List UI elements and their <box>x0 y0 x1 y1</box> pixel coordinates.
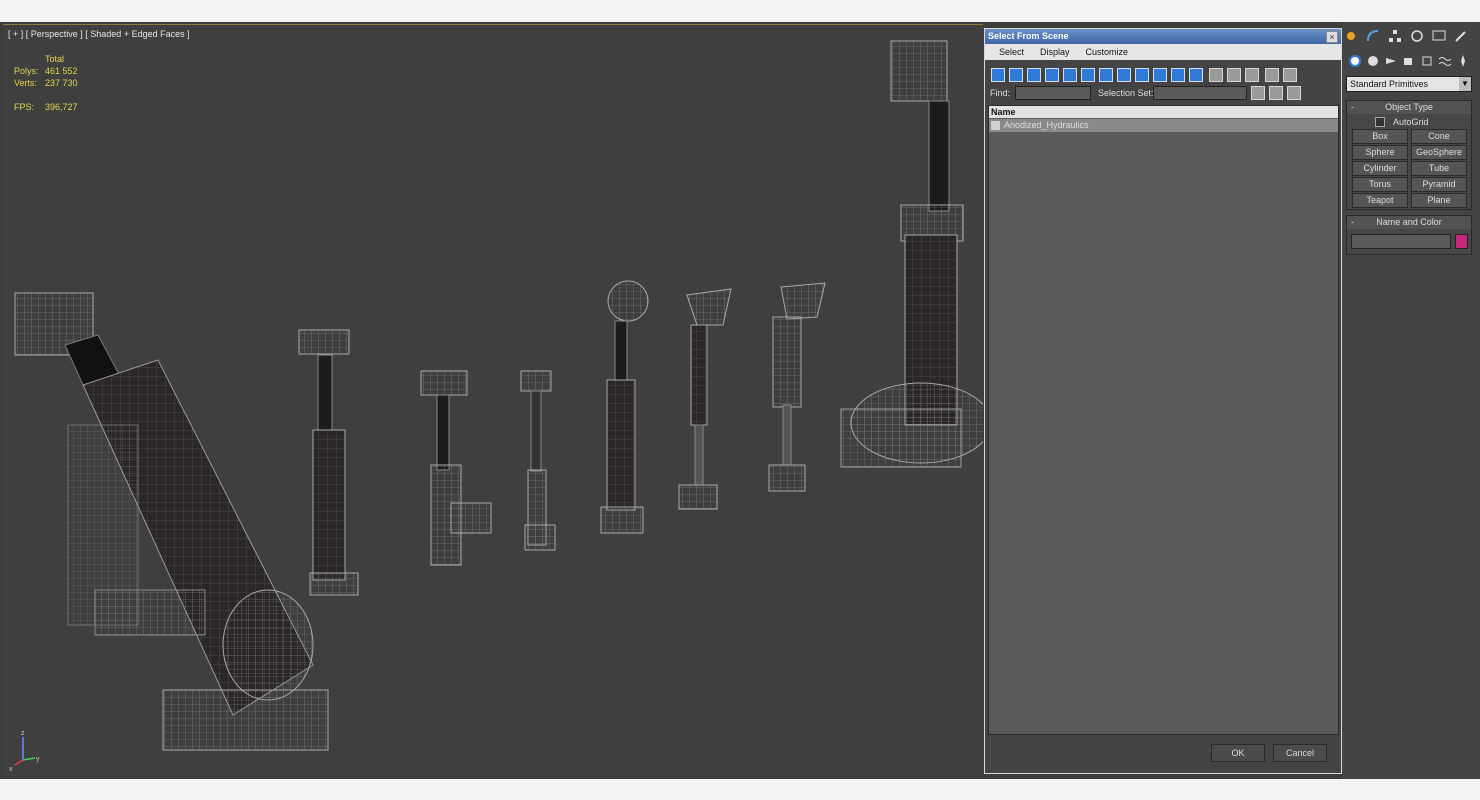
geosphere-button[interactable]: GeoSphere <box>1411 145 1467 160</box>
name-and-color-title: Name and Color <box>1376 217 1442 227</box>
teapot-button[interactable]: Teapot <box>1352 193 1408 208</box>
object-type-rollout: - Object Type AutoGrid Box Cone Sphere Ge… <box>1346 100 1472 210</box>
box-button[interactable]: Box <box>1352 129 1408 144</box>
add-to-selection-set-icon[interactable] <box>1269 86 1283 100</box>
color-swatch[interactable] <box>1455 234 1468 249</box>
filter-icon[interactable] <box>1265 68 1279 82</box>
primitives-dropdown-value: Standard Primitives <box>1350 79 1429 89</box>
autogrid-check-box[interactable] <box>1375 116 1385 127</box>
perspective-viewport[interactable]: [ + ] [ Perspective ] [ Shaded + Edged F… <box>3 24 983 777</box>
autogrid-label: AutoGrid <box>1393 116 1429 127</box>
axis-y-label: y <box>36 756 40 763</box>
menu-select[interactable]: Select <box>985 44 1032 60</box>
object-list[interactable]: Name Anodized_Hydraulics <box>988 105 1339 735</box>
create-selection-set-icon[interactable] <box>1251 86 1265 100</box>
display-groups-icon[interactable] <box>1099 68 1113 82</box>
display-spacewarps-icon[interactable] <box>1081 68 1095 82</box>
hydraulic-small-4 <box>600 280 649 534</box>
display-all-icon[interactable] <box>1209 68 1223 82</box>
list-item[interactable]: Anodized_Hydraulics <box>989 119 1338 132</box>
display-shapes-icon[interactable] <box>1009 68 1023 82</box>
display-geometry-icon[interactable] <box>991 68 1005 82</box>
close-icon[interactable]: × <box>1326 31 1338 43</box>
display-bones-icon[interactable] <box>1135 68 1149 82</box>
helpers-icon[interactable] <box>1420 54 1434 68</box>
object-type-title: Object Type <box>1385 102 1433 112</box>
dialog-title[interactable]: Select From Scene <box>985 29 1341 44</box>
name-and-color-rollout: - Name and Color <box>1346 215 1472 255</box>
filter-options-icon[interactable] <box>1283 68 1297 82</box>
pyramid-button[interactable]: Pyramid <box>1411 177 1467 192</box>
select-from-scene-dialog: Select From Scene × Select Display Custo… <box>984 28 1342 774</box>
hierarchy-icon[interactable] <box>1388 29 1402 43</box>
plane-button[interactable]: Plane <box>1411 193 1467 208</box>
cancel-button[interactable]: Cancel <box>1273 744 1327 762</box>
object-name-input[interactable] <box>1351 234 1451 249</box>
display-lights-icon[interactable] <box>1027 68 1041 82</box>
find-input[interactable] <box>1015 86 1091 100</box>
bottom-strip <box>0 779 1480 800</box>
hydraulic-large-right <box>840 40 983 468</box>
object-icon <box>991 121 1000 130</box>
display-none-icon[interactable] <box>1227 68 1241 82</box>
display-cameras-icon[interactable] <box>1045 68 1059 82</box>
list-item-label: Anodized_Hydraulics <box>1004 120 1089 130</box>
systems-icon[interactable] <box>1456 54 1470 68</box>
hydraulic-small-3 <box>520 370 556 551</box>
sun-icon[interactable] <box>1344 29 1358 43</box>
axis-x-label: x <box>9 766 13 773</box>
display-frozen-icon[interactable] <box>1171 68 1185 82</box>
primitives-dropdown[interactable]: Standard Primitives ▼ <box>1346 76 1472 92</box>
menu-display[interactable]: Display <box>1032 44 1078 60</box>
autogrid-checkbox[interactable]: AutoGrid <box>1375 116 1429 127</box>
display-xrefs-icon[interactable] <box>1117 68 1131 82</box>
find-label: Find: <box>990 88 1011 98</box>
object-type-header[interactable]: - Object Type <box>1347 101 1471 114</box>
dialog-menubar: Select Display Customize <box>985 44 1341 60</box>
display-hidden-icon[interactable] <box>1189 68 1203 82</box>
axis-z-label: z <box>21 730 25 737</box>
scene-models: z y x <box>9 40 983 773</box>
utilities-icon[interactable] <box>1454 29 1468 43</box>
lights-icon[interactable] <box>1384 54 1398 68</box>
hydraulic-small-2 <box>420 370 492 566</box>
command-panel: Standard Primitives ▼ - Object Type AutoG… <box>1342 22 1480 779</box>
torus-button[interactable]: Torus <box>1352 177 1408 192</box>
name-and-color-header[interactable]: - Name and Color <box>1347 216 1471 229</box>
axis-gizmo: z y x <box>9 730 40 773</box>
menu-customize[interactable]: Customize <box>1078 44 1137 60</box>
modify-icon[interactable] <box>1366 29 1380 43</box>
hydraulic-small-6 <box>768 282 826 492</box>
name-column-header[interactable]: Name <box>989 106 1338 118</box>
selection-set-label: Selection Set: <box>1098 88 1154 98</box>
cameras-icon[interactable] <box>1402 54 1416 68</box>
find-row: Find: Selection Set: <box>985 86 1341 102</box>
display-helpers-icon[interactable] <box>1063 68 1077 82</box>
hydraulic-small-1 <box>298 329 359 596</box>
geometry-icon[interactable] <box>1348 54 1362 68</box>
cone-button[interactable]: Cone <box>1411 129 1467 144</box>
top-strip <box>0 0 1480 22</box>
chevron-down-icon: ▼ <box>1459 77 1471 91</box>
remove-from-selection-set-icon[interactable] <box>1287 86 1301 100</box>
hydraulic-large-left <box>14 292 329 751</box>
sphere-button[interactable]: Sphere <box>1352 145 1408 160</box>
cylinder-button[interactable]: Cylinder <box>1352 161 1408 176</box>
hydraulic-small-5 <box>678 288 732 510</box>
selection-set-dropdown[interactable] <box>1153 86 1247 100</box>
display-containers-icon[interactable] <box>1153 68 1167 82</box>
ok-button[interactable]: OK <box>1211 744 1265 762</box>
tube-button[interactable]: Tube <box>1411 161 1467 176</box>
spacewarps-icon[interactable] <box>1438 54 1452 68</box>
motion-icon[interactable] <box>1410 29 1424 43</box>
shapes-icon[interactable] <box>1366 54 1380 68</box>
dialog-toolbar <box>985 60 1341 86</box>
display-invert-icon[interactable] <box>1245 68 1259 82</box>
display-icon[interactable] <box>1432 29 1446 43</box>
